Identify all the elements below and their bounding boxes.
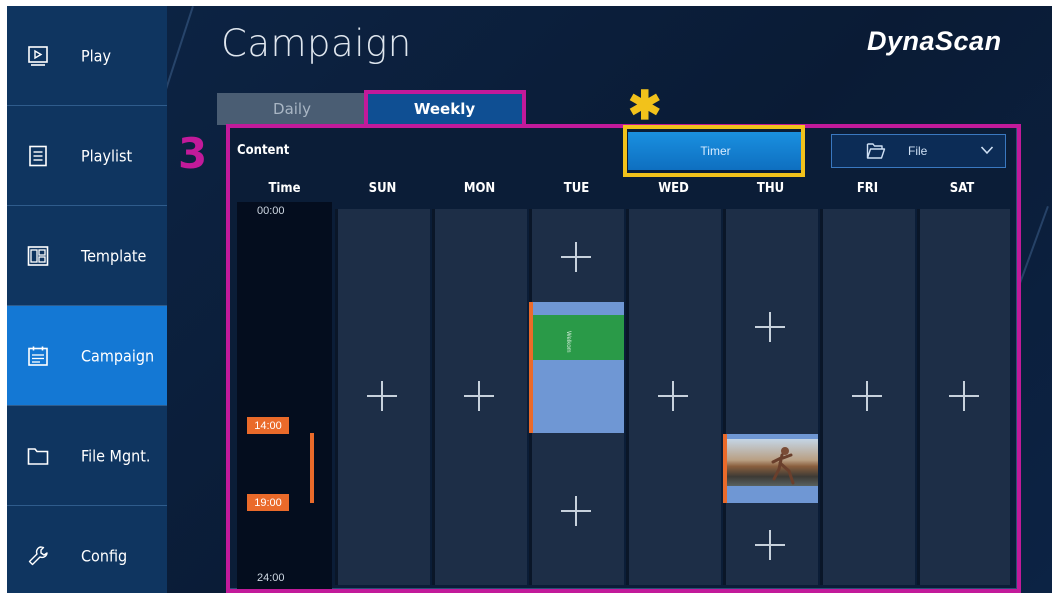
column-edge [432,209,435,585]
brand-logo: DynaScan [867,26,1002,56]
column-edge [820,209,823,585]
add-slot-icon[interactable] [755,312,785,342]
sidebar-item-label: Campaign [81,346,155,365]
list-document-icon [29,145,47,166]
time-tag-start: 14:00 [247,417,289,434]
sidebar-item-play[interactable]: Play [7,6,167,106]
add-slot-icon[interactable] [561,496,591,526]
layout-template-icon [27,245,49,266]
sidebar-item-label: Playlist [81,146,133,165]
app-window: Play Playlist Template Campaign File Mgn… [7,6,1052,593]
folder-icon [27,447,49,465]
sidebar-item-file-mgnt[interactable]: File Mgnt. [7,406,167,506]
time-tag-end: 19:00 [247,494,289,511]
sidebar-item-template[interactable]: Template [7,206,167,306]
timer-button-highlight [623,125,805,177]
day-header-fri: FRI [856,180,879,196]
runner-photo-icon [771,447,795,485]
time-start-label: 00:00 [257,205,285,217]
sidebar-item-playlist[interactable]: Playlist [7,106,167,206]
day-header-wed: WED [658,180,689,196]
content-label: Content [237,143,290,158]
column-edge [626,209,629,585]
sidebar-item-label: Play [81,46,112,65]
tab-weekly[interactable]: Weekly [367,93,522,125]
day-header-sun: SUN [368,180,397,196]
chevron-down-icon [980,146,994,155]
add-slot-icon[interactable] [949,381,979,411]
sidebar-item-campaign[interactable]: Campaign [7,306,167,406]
column-edge [917,209,920,585]
page-title: Campaign [221,22,412,65]
column-edge [335,209,338,585]
content-thumbnail-runner [727,439,818,486]
tab-daily[interactable]: Daily [217,93,367,125]
sidebar-item-label: File Mgnt. [81,446,151,465]
thumbnail-label: Welkom [565,331,571,353]
day-column-thu[interactable] [723,209,818,585]
play-screen-icon [28,45,48,66]
star-marker: ✱ [628,84,662,128]
calendar-list-icon [28,346,48,366]
folder-open-icon [866,143,886,159]
time-column [237,202,332,589]
time-end-label: 24:00 [257,572,285,584]
file-dropdown-label: File [908,144,928,158]
file-dropdown[interactable]: File [831,134,1006,168]
sidebar-item-config[interactable]: Config [7,506,167,593]
sidebar-item-label: Config [81,546,128,566]
day-header-sat: SAT [949,180,975,196]
add-slot-icon[interactable] [464,381,494,411]
content-thumbnail-welkom: Welkom [533,315,624,360]
column-edge [723,209,726,585]
day-header-tue: TUE [563,180,590,196]
add-slot-icon[interactable] [658,381,688,411]
day-header-mon: MON [463,180,496,196]
time-range-indicator [310,433,314,503]
add-slot-icon[interactable] [367,381,397,411]
add-slot-icon[interactable] [561,242,591,272]
sidebar-item-label: Template [81,246,147,265]
add-slot-icon[interactable] [852,381,882,411]
day-header-thu: THU [756,180,785,196]
wrench-icon [28,546,48,566]
add-slot-icon[interactable] [755,530,785,560]
time-column-header: Time [268,180,301,196]
sidebar: Play Playlist Template Campaign File Mgn… [7,6,167,593]
step-number-label: 3 [178,129,208,178]
